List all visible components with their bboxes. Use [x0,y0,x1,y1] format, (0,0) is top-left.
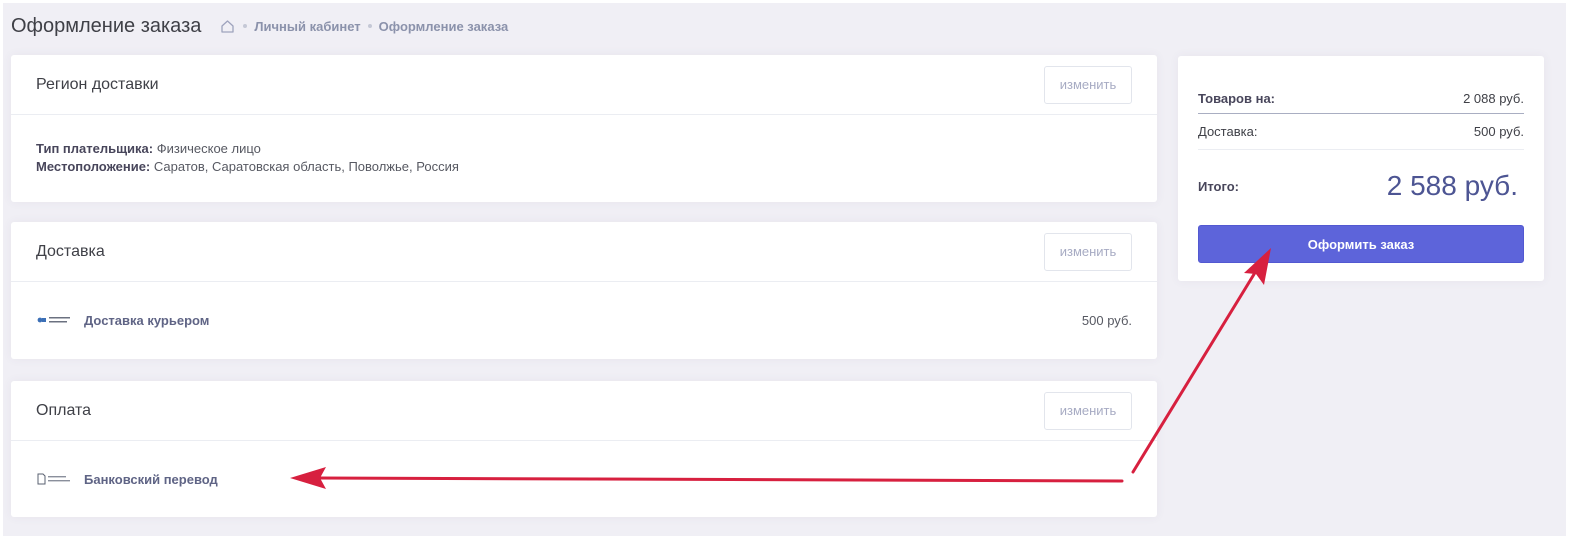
goods-total-row: Товаров на: 2 088 руб. [1198,84,1524,114]
goods-total-label: Товаров на: [1198,91,1276,106]
home-icon[interactable] [220,19,235,34]
delivery-cost-label: Доставка: [1198,124,1258,139]
bank-transfer-logo-icon [36,472,72,486]
breadcrumb-item-checkout[interactable]: Оформление заказа [379,19,509,34]
payer-type-value: Физическое лицо [156,141,261,156]
delivery-method-name: Доставка курьером [84,312,210,328]
region-change-button[interactable]: изменить [1044,65,1132,104]
delivery-card-title: Доставка [36,242,105,260]
breadcrumb: Личный кабинет Оформление заказа [220,19,515,34]
grand-total-row: Итого: 2 588 руб. [1198,166,1524,206]
goods-total-value: 2 088 руб. [1463,91,1524,106]
location-value: Саратов, Саратовская область, Поволжье, … [153,159,459,174]
courier-delivery-logo-icon [36,313,72,327]
region-card-title: Регион доставки [36,75,159,93]
breadcrumb-item-account[interactable]: Личный кабинет [254,19,360,34]
payment-card: Оплата изменить Банковский перевод [11,381,1157,517]
payment-change-button[interactable]: изменить [1044,391,1132,430]
breadcrumb-separator [243,24,248,28]
payment-method-row: Банковский перевод [11,441,1157,517]
payer-type-label: Тип плательщика: [36,141,154,156]
region-card: Регион доставки изменить Тип плательщика… [11,55,1157,202]
location-label: Местоположение: [36,159,151,174]
region-card-header: Регион доставки изменить [11,55,1157,115]
payment-method-name: Банковский перевод [84,471,218,487]
delivery-cost-row: Доставка: 500 руб. [1198,114,1524,150]
delivery-cost-value: 500 руб. [1473,124,1524,139]
breadcrumb-separator [367,24,372,28]
grand-total-value: 2 588 руб. [1386,170,1518,201]
payment-card-header: Оплата изменить [11,381,1157,441]
payer-type-row: Тип плательщика: Физическое лицо [36,140,1132,158]
page: Оформление заказа Личный кабинет Оформле… [3,3,1566,536]
grand-total-label: Итого: [1198,178,1239,194]
delivery-card: Доставка изменить Доставка курьером 500 … [11,222,1157,359]
region-details: Тип плательщика: Физическое лицо Местопо… [11,115,1157,176]
delivery-method-row: Доставка курьером 500 руб. [11,282,1157,358]
page-title: Оформление заказа [11,14,202,37]
delivery-change-button[interactable]: изменить [1044,232,1132,271]
place-order-button[interactable]: Оформить заказ [1198,225,1524,263]
page-header: Оформление заказа Личный кабинет Оформле… [11,13,515,39]
payment-card-title: Оплата [36,401,92,419]
delivery-card-header: Доставка изменить [11,222,1157,282]
order-summary-card: Товаров на: 2 088 руб. Доставка: 500 руб… [1178,56,1544,281]
delivery-method-price: 500 руб. [1081,312,1132,328]
location-row: Местоположение: Саратов, Саратовская обл… [36,158,1132,176]
